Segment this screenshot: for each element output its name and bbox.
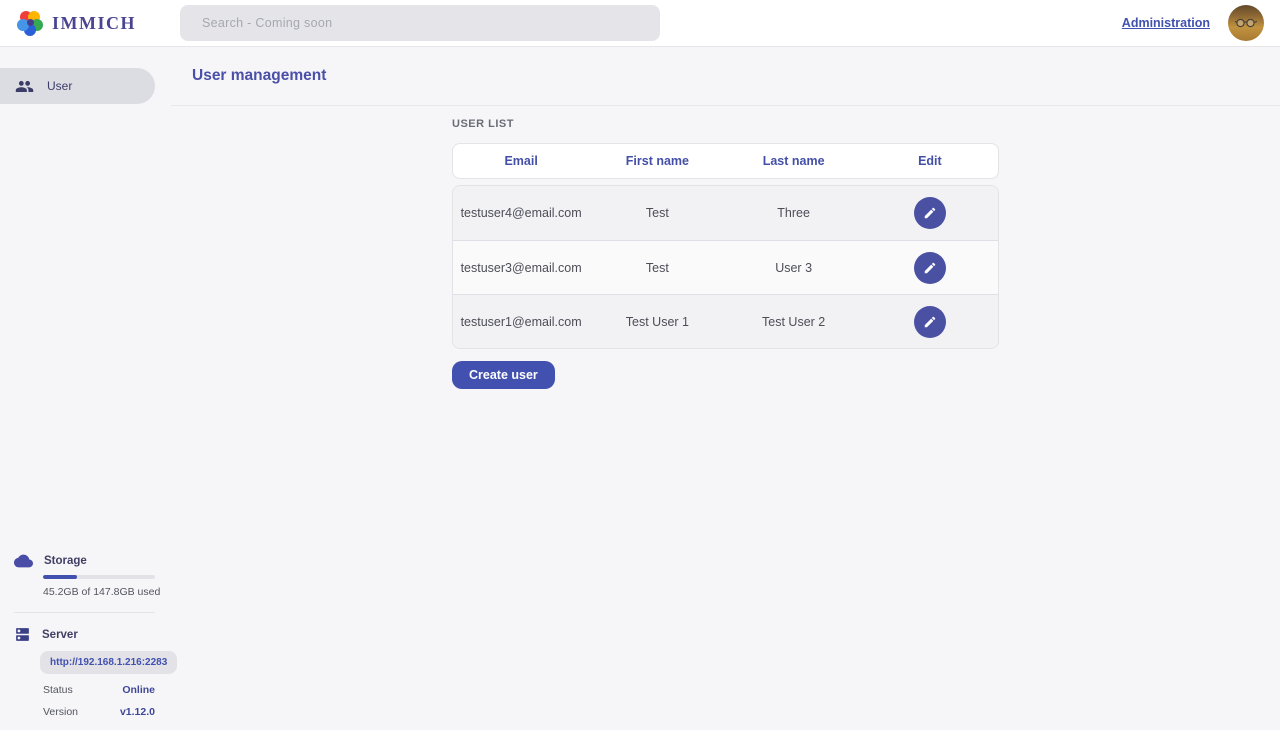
table-row: testuser3@email.com Test User 3 bbox=[453, 240, 998, 294]
sidebar-spacer bbox=[0, 104, 171, 554]
cell-last-name: Three bbox=[726, 206, 862, 220]
main-layout: User Storage 45.2GB of 147.8GB used bbox=[0, 47, 1280, 730]
cell-first-name: Test bbox=[589, 261, 725, 275]
cloud-icon bbox=[14, 554, 33, 568]
table-row: testuser4@email.com Test Three bbox=[453, 186, 998, 240]
edit-user-button[interactable] bbox=[914, 252, 946, 284]
page-title: User management bbox=[192, 67, 326, 85]
storage-progress-bar bbox=[43, 575, 155, 579]
col-edit: Edit bbox=[862, 154, 998, 168]
sidebar-item-user[interactable]: User bbox=[0, 68, 155, 104]
pencil-icon bbox=[923, 315, 937, 329]
edit-user-button[interactable] bbox=[914, 306, 946, 338]
cell-edit bbox=[862, 252, 998, 284]
server-title: Server bbox=[42, 629, 78, 641]
storage-progress-fill bbox=[43, 575, 77, 579]
version-label: Version bbox=[43, 706, 78, 718]
storage-usage-text: 45.2GB of 147.8GB used bbox=[43, 586, 171, 598]
table-header-row: Email First name Last name Edit bbox=[452, 143, 999, 179]
cell-email: testuser1@email.com bbox=[453, 315, 589, 329]
immich-flower-icon bbox=[17, 10, 43, 36]
user-list-label: USER LIST bbox=[452, 118, 1280, 130]
cell-email: testuser4@email.com bbox=[453, 206, 589, 220]
table-row: testuser1@email.com Test User 1 Test Use… bbox=[453, 294, 998, 348]
search-input[interactable] bbox=[180, 5, 660, 41]
logo-core bbox=[27, 19, 34, 26]
col-last-name: Last name bbox=[726, 154, 862, 168]
version-value: v1.12.0 bbox=[120, 706, 155, 718]
server-section: Server http://192.168.1.216:2283 Status … bbox=[0, 626, 171, 718]
administration-link[interactable]: Administration bbox=[1122, 16, 1210, 30]
cell-last-name: User 3 bbox=[726, 261, 862, 275]
server-url-chip: http://192.168.1.216:2283 bbox=[40, 651, 177, 674]
edit-user-button[interactable] bbox=[914, 197, 946, 229]
content-body: USER LIST Email First name Last name Edi… bbox=[171, 106, 1280, 389]
create-user-button[interactable]: Create user bbox=[452, 361, 555, 389]
sidebar: User Storage 45.2GB of 147.8GB used bbox=[0, 47, 171, 730]
col-first-name: First name bbox=[589, 154, 725, 168]
status-label: Status bbox=[43, 684, 73, 696]
storage-section: Storage 45.2GB of 147.8GB used bbox=[0, 554, 171, 598]
cell-email: testuser3@email.com bbox=[453, 261, 589, 275]
content-area: User management USER LIST Email First na… bbox=[171, 47, 1280, 730]
app-wordmark: IMMICH bbox=[52, 13, 136, 34]
app-logo[interactable]: IMMICH bbox=[0, 10, 180, 36]
status-value: Online bbox=[122, 684, 155, 696]
top-bar: IMMICH Administration bbox=[0, 0, 1280, 47]
users-icon bbox=[15, 77, 34, 96]
server-status-row: Status Online bbox=[43, 684, 155, 696]
glasses-icon bbox=[1235, 18, 1257, 28]
col-email: Email bbox=[453, 154, 589, 168]
sidebar-info: Storage 45.2GB of 147.8GB used Server ht… bbox=[0, 554, 171, 730]
sidebar-divider bbox=[14, 612, 155, 613]
table-body: testuser4@email.com Test Three te bbox=[452, 185, 999, 349]
cell-first-name: Test User 1 bbox=[589, 315, 725, 329]
server-version-row: Version v1.12.0 bbox=[43, 706, 155, 718]
user-table: Email First name Last name Edit testuser… bbox=[452, 143, 999, 349]
cell-first-name: Test bbox=[589, 206, 725, 220]
pencil-icon bbox=[923, 261, 937, 275]
server-icon bbox=[14, 626, 31, 643]
sidebar-item-label: User bbox=[47, 79, 72, 93]
pencil-icon bbox=[923, 206, 937, 220]
cell-last-name: Test User 2 bbox=[726, 315, 862, 329]
user-avatar[interactable] bbox=[1228, 5, 1264, 41]
content-header: User management bbox=[171, 47, 1280, 106]
cell-edit bbox=[862, 306, 998, 338]
storage-title: Storage bbox=[44, 555, 87, 567]
cell-edit bbox=[862, 197, 998, 229]
